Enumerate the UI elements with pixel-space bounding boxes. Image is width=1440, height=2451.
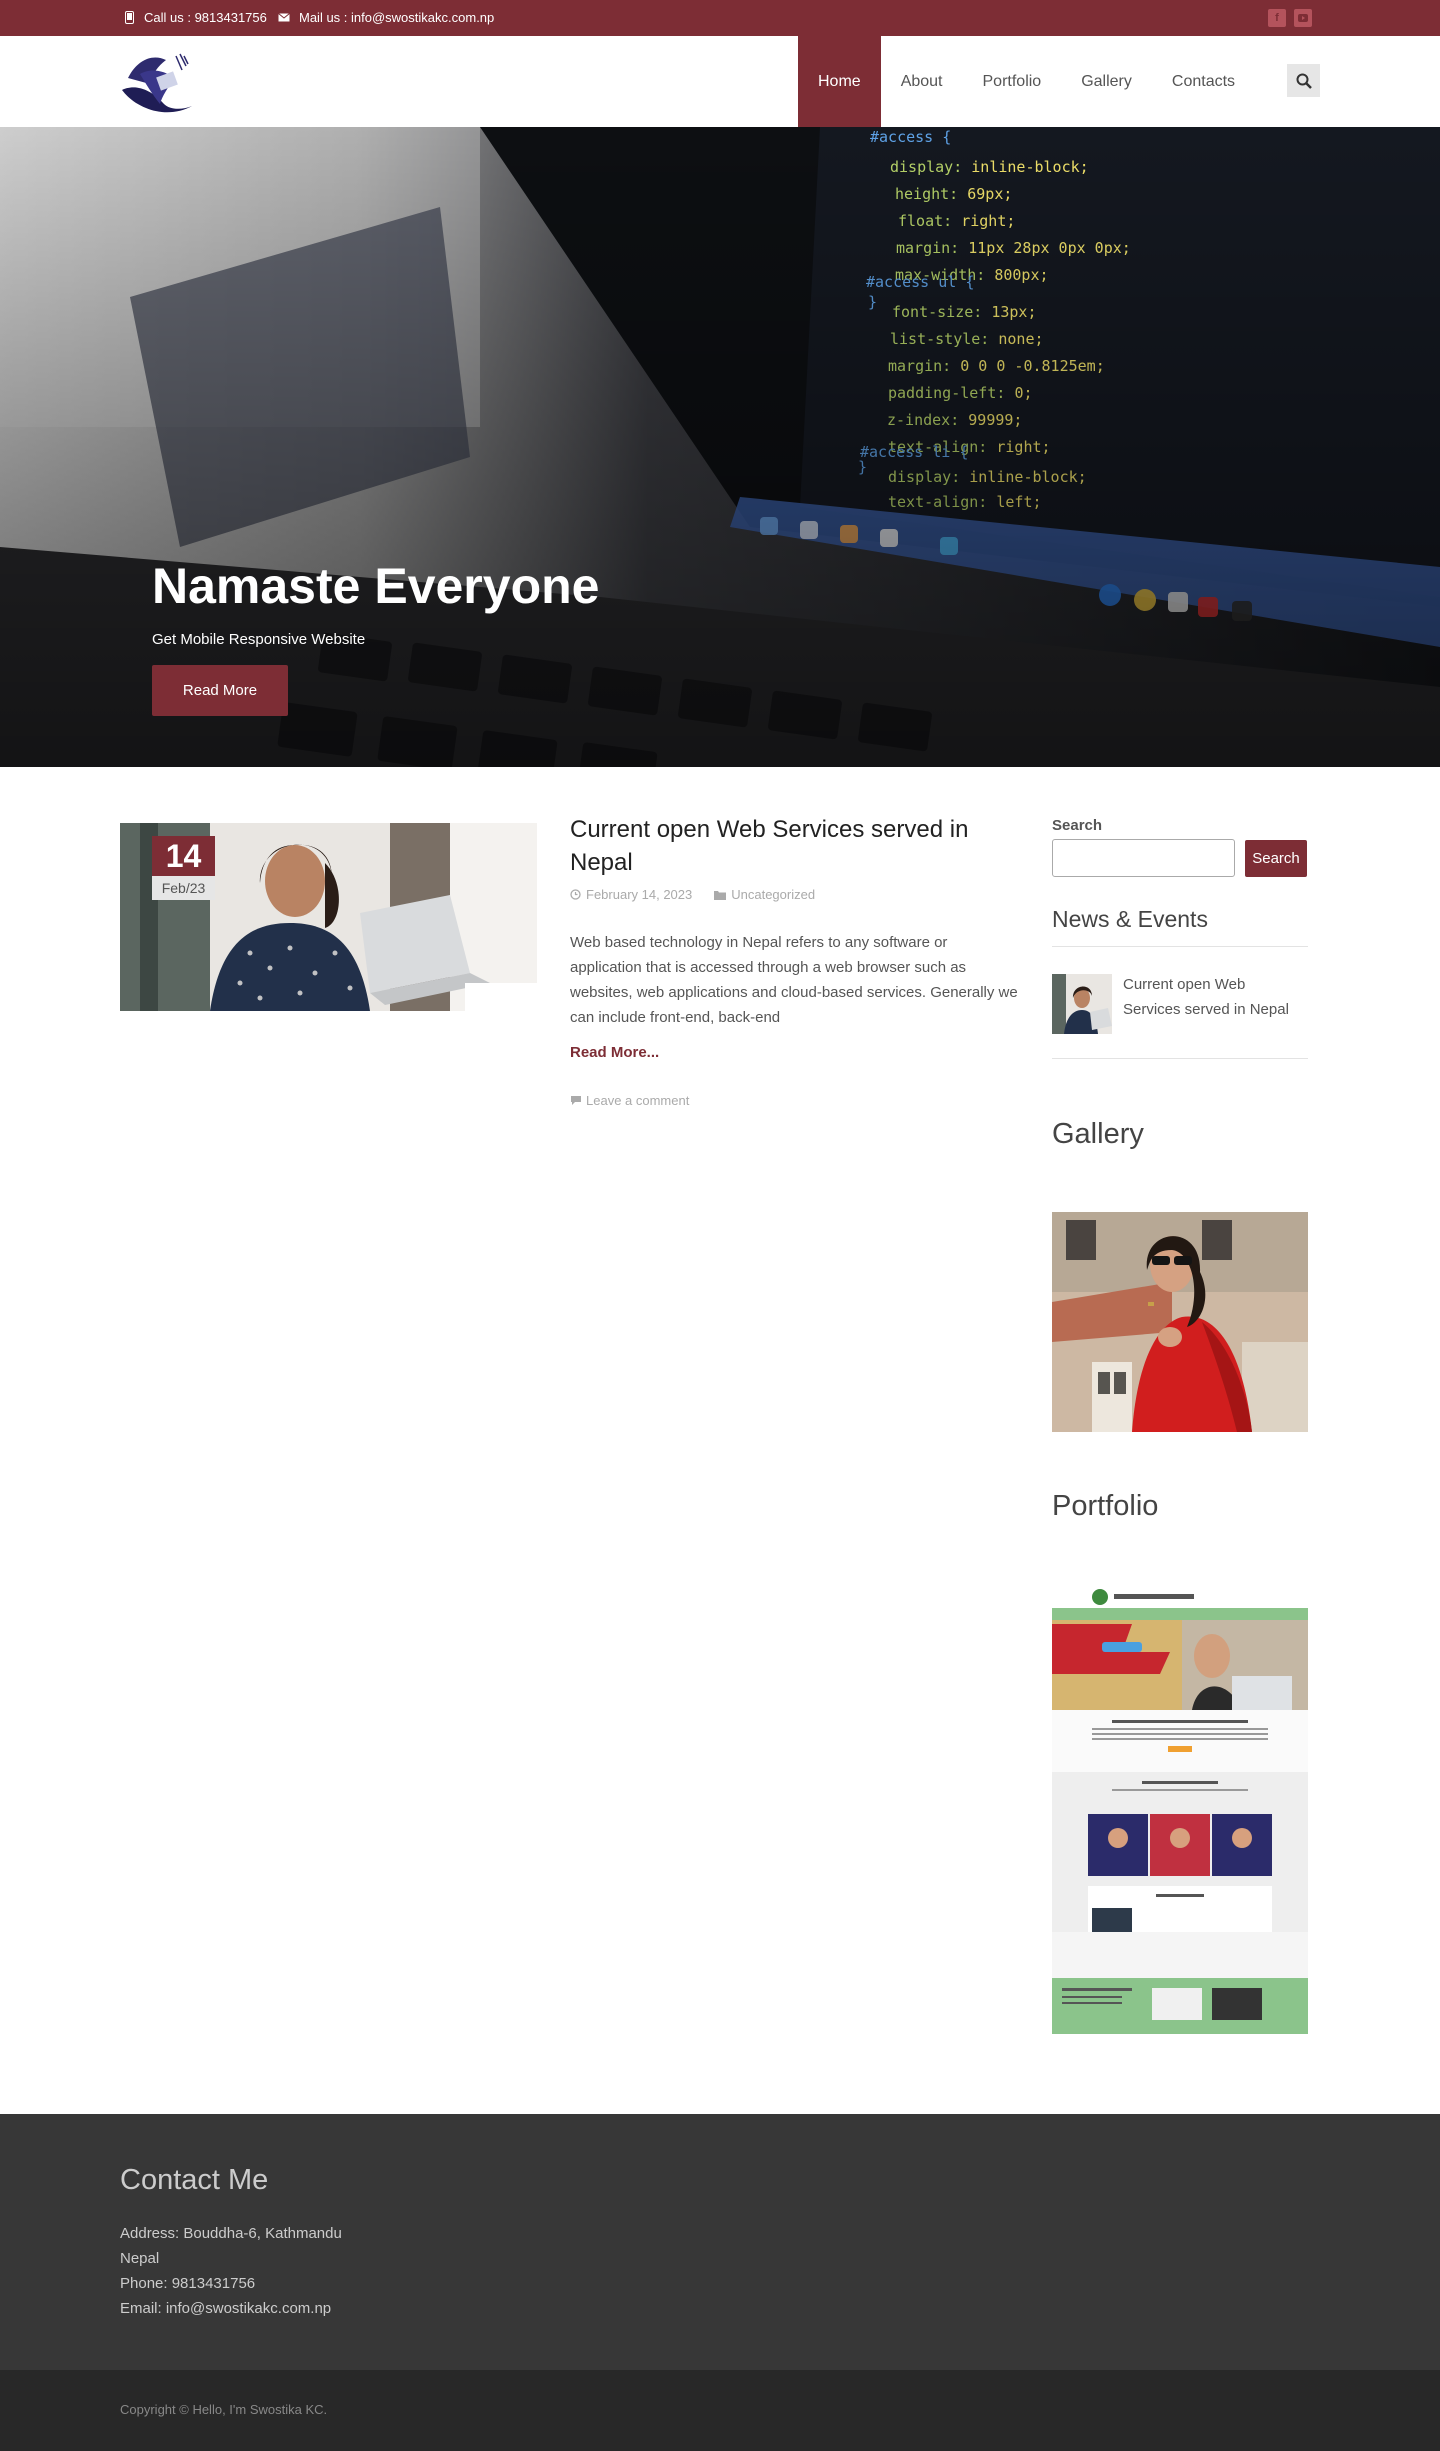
footer-address-country: Nepal (120, 2250, 160, 2267)
gallery-image[interactable] (1052, 1212, 1308, 1432)
news-divider-top (1052, 946, 1308, 947)
hero-subtitle: Get Mobile Responsive Website (152, 631, 366, 648)
top-bar: Call us : 9813431756 Mail us : info@swos… (0, 0, 1440, 36)
footer-contact-title: Contact Me (120, 2164, 269, 2196)
header-search-button[interactable] (1287, 64, 1320, 97)
post-category-text: Uncategorized (731, 887, 816, 902)
footer-bottom-bar: Copyright © Hello, I'm Swostika KC. (0, 2370, 1440, 2451)
post-excerpt: Web based technology in Nepal refers to … (570, 934, 1018, 1026)
facebook-icon[interactable]: f (1268, 9, 1286, 27)
post-date-text: February 14, 2023 (586, 887, 693, 902)
post-day: 14 (152, 836, 215, 876)
site-footer: Contact Me Address: Bouddha-6, Kathmandu… (0, 2114, 1440, 2370)
post-date-badge: 14 Feb/23 (152, 836, 215, 900)
post-category[interactable]: Uncategorized (714, 887, 815, 902)
news-item-link[interactable]: Current open Web Services served in Nepa… (1123, 972, 1303, 1022)
sidebar-search-input[interactable] (1052, 839, 1235, 877)
comment-icon (571, 1096, 581, 1105)
news-item-thumbnail[interactable] (1052, 974, 1112, 1034)
clock-icon (570, 889, 581, 900)
post-month: Feb/23 (152, 876, 215, 900)
youtube-icon[interactable] (1294, 9, 1312, 27)
mail-contact[interactable]: Mail us : info@swostikakc.com.np (277, 10, 494, 25)
site-logo[interactable] (120, 48, 198, 114)
main-nav: Home About Portfolio Gallery Contacts (798, 36, 1255, 127)
nav-contacts[interactable]: Contacts (1152, 36, 1255, 127)
nav-portfolio[interactable]: Portfolio (963, 36, 1062, 127)
footer-email[interactable]: Email: info@swostikakc.com.np (120, 2300, 331, 2317)
post-title[interactable]: Current open Web Services served in Nepa… (570, 813, 1010, 879)
news-divider-bottom (1052, 1058, 1308, 1059)
site-header: Home About Portfolio Gallery Contacts (0, 36, 1440, 127)
portfolio-image[interactable] (1052, 1586, 1308, 2034)
gallery-title: Gallery (1052, 1118, 1144, 1150)
hero-read-more-button[interactable]: Read More (152, 665, 288, 716)
nav-gallery[interactable]: Gallery (1061, 36, 1152, 127)
post-read-more-link[interactable]: Read More... (570, 1044, 659, 1061)
mail-text: Mail us : info@swostikakc.com.np (299, 10, 495, 25)
hero-title: Namaste Everyone (152, 558, 600, 614)
portfolio-title: Portfolio (1052, 1490, 1159, 1522)
hero-slider: #access { display: inline-block; height:… (0, 127, 1440, 767)
copyright-text: Copyright © Hello, I'm Swostika KC. (120, 2402, 328, 2417)
nav-home[interactable]: Home (798, 36, 881, 127)
sidebar-search-button[interactable]: Search (1245, 840, 1307, 877)
leave-comment-link[interactable]: Leave a comment (570, 1093, 689, 1108)
footer-phone: Phone: 9813431756 (120, 2275, 256, 2292)
leave-comment-text: Leave a comment (586, 1093, 690, 1108)
footer-address: Address: Bouddha-6, Kathmandu (120, 2225, 342, 2242)
phone-icon (122, 11, 136, 25)
mail-icon (277, 11, 291, 25)
phone-contact[interactable]: Call us : 9813431756 (122, 10, 267, 25)
post-date[interactable]: February 14, 2023 (570, 887, 692, 902)
folder-icon (714, 890, 727, 900)
nav-about[interactable]: About (881, 36, 963, 127)
news-events-title: News & Events (1052, 906, 1208, 932)
post-meta: February 14, 2023 Uncategorized (570, 887, 815, 902)
search-icon (1296, 73, 1312, 89)
sidebar-search-label: Search (1052, 817, 1103, 834)
phone-text: Call us : 9813431756 (144, 10, 267, 25)
